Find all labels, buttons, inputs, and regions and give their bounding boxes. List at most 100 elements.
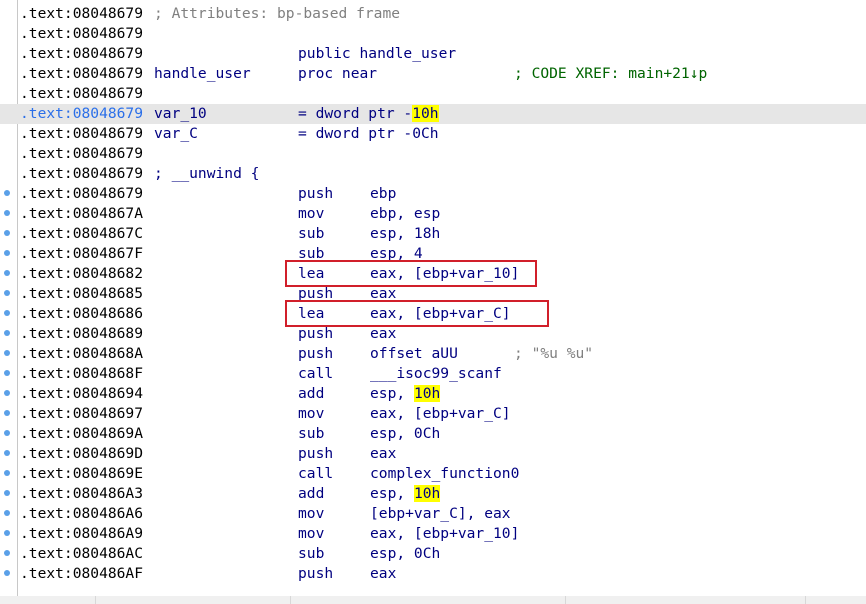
horizontal-scrollbar[interactable]: [0, 596, 866, 604]
listing-line[interactable]: .text:0804869E call complex_function0: [0, 464, 866, 484]
line-address[interactable]: .text:0804869A: [20, 424, 143, 444]
listing-line[interactable]: .text:080486AC sub esp, 0Ch: [0, 544, 866, 564]
listing-line[interactable]: .text:08048679 push ebp: [0, 184, 866, 204]
breakpoint-dot-icon[interactable]: [4, 570, 10, 576]
instruction-mnemonic[interactable]: push: [298, 184, 333, 204]
stack-var-label[interactable]: var_C: [154, 124, 198, 144]
listing-line[interactable]: .text:0804868A push offset aUU ; "%u %u": [0, 344, 866, 364]
breakpoint-dot-icon[interactable]: [4, 310, 10, 316]
listing-line[interactable]: .text:08048679 var_10 = dword ptr -10h: [0, 104, 866, 124]
line-address[interactable]: .text:0804868F: [20, 364, 143, 384]
instruction-mnemonic[interactable]: sub: [298, 224, 324, 244]
instruction-mnemonic[interactable]: sub: [298, 544, 324, 564]
line-address[interactable]: .text:08048679: [20, 104, 143, 124]
instruction-mnemonic[interactable]: add: [298, 484, 324, 504]
listing-line[interactable]: .text:0804868F call ___isoc99_scanf: [0, 364, 866, 384]
listing-line[interactable]: .text:0804867C sub esp, 18h: [0, 224, 866, 244]
listing-line[interactable]: .text:08048679 public handle_user: [0, 44, 866, 64]
listing-line[interactable]: .text:08048679: [0, 84, 866, 104]
line-address[interactable]: .text:08048685: [20, 284, 143, 304]
instruction-operands[interactable]: eax: [370, 444, 396, 464]
line-address[interactable]: .text:08048686: [20, 304, 143, 324]
breakpoint-dot-icon[interactable]: [4, 250, 10, 256]
line-address[interactable]: .text:08048679: [20, 84, 143, 104]
instruction-mnemonic[interactable]: mov: [298, 504, 324, 524]
instruction-operands[interactable]: ___isoc99_scanf: [370, 364, 502, 384]
breakpoint-dot-icon[interactable]: [4, 190, 10, 196]
instruction-mnemonic[interactable]: mov: [298, 404, 324, 424]
line-address[interactable]: .text:080486A3: [20, 484, 143, 504]
breakpoint-dot-icon[interactable]: [4, 290, 10, 296]
instruction-mnemonic[interactable]: call: [298, 364, 333, 384]
listing-line[interactable]: .text:08048679 var_C = dword ptr -0Ch: [0, 124, 866, 144]
instruction-mnemonic[interactable]: sub: [298, 424, 324, 444]
disassembly-view[interactable]: .text:08048679 ; Attributes: bp-based fra…: [0, 0, 866, 604]
instruction-mnemonic[interactable]: mov: [298, 204, 324, 224]
breakpoint-dot-icon[interactable]: [4, 410, 10, 416]
breakpoint-dot-icon[interactable]: [4, 430, 10, 436]
line-address[interactable]: .text:08048679: [20, 24, 143, 44]
code-xref-comment[interactable]: ; CODE XREF: main+21↓p: [514, 64, 707, 84]
line-address[interactable]: .text:08048679: [20, 164, 143, 184]
listing-line[interactable]: .text:08048689 push eax: [0, 324, 866, 344]
line-address[interactable]: .text:0804867A: [20, 204, 143, 224]
line-address[interactable]: .text:080486A6: [20, 504, 143, 524]
listing-line[interactable]: .text:080486AF push eax: [0, 564, 866, 584]
instruction-operands[interactable]: esp, 0Ch: [370, 424, 440, 444]
listing-line[interactable]: .text:080486A9 mov eax, [ebp+var_10]: [0, 524, 866, 544]
line-address[interactable]: .text:08048679: [20, 184, 143, 204]
breakpoint-dot-icon[interactable]: [4, 490, 10, 496]
instruction-operands[interactable]: esp, 18h: [370, 224, 440, 244]
instruction-operands[interactable]: eax: [370, 564, 396, 584]
instruction-mnemonic[interactable]: push: [298, 444, 333, 464]
line-address[interactable]: .text:0804867F: [20, 244, 143, 264]
breakpoint-dot-icon[interactable]: [4, 550, 10, 556]
breakpoint-dot-icon[interactable]: [4, 470, 10, 476]
breakpoint-dot-icon[interactable]: [4, 270, 10, 276]
line-address[interactable]: .text:08048679: [20, 44, 143, 64]
line-address[interactable]: .text:08048679: [20, 124, 143, 144]
breakpoint-dot-icon[interactable]: [4, 450, 10, 456]
breakpoint-dot-icon[interactable]: [4, 210, 10, 216]
listing-line[interactable]: .text:08048679: [0, 24, 866, 44]
instruction-operands[interactable]: eax: [370, 324, 396, 344]
instruction-mnemonic[interactable]: add: [298, 384, 324, 404]
line-address[interactable]: .text:08048694: [20, 384, 143, 404]
line-address[interactable]: .text:080486A9: [20, 524, 143, 544]
breakpoint-dot-icon[interactable]: [4, 330, 10, 336]
instruction-operands[interactable]: ebp, esp: [370, 204, 440, 224]
instruction-operands[interactable]: ebp: [370, 184, 396, 204]
listing-line[interactable]: .text:08048697 mov eax, [ebp+var_C]: [0, 404, 866, 424]
listing-line[interactable]: .text:08048694 add esp, 10h: [0, 384, 866, 404]
instruction-operands[interactable]: [ebp+var_C], eax: [370, 504, 511, 524]
listing-line[interactable]: .text:08048679: [0, 144, 866, 164]
breakpoint-dot-icon[interactable]: [4, 370, 10, 376]
instruction-operands[interactable]: esp, 0Ch: [370, 544, 440, 564]
breakpoint-dot-icon[interactable]: [4, 230, 10, 236]
listing-line[interactable]: .text:08048679 handle_user proc near ; CODE…: [0, 64, 866, 84]
listing-line[interactable]: .text:0804869A sub esp, 0Ch: [0, 424, 866, 444]
listing-line[interactable]: .text:0804867A mov ebp, esp: [0, 204, 866, 224]
line-address[interactable]: .text:0804869D: [20, 444, 143, 464]
instruction-mnemonic[interactable]: mov: [298, 524, 324, 544]
instruction-operands[interactable]: eax, [ebp+var_10]: [370, 524, 519, 544]
line-address[interactable]: .text:08048697: [20, 404, 143, 424]
line-address[interactable]: .text:08048689: [20, 324, 143, 344]
listing-line[interactable]: .text:080486A3 add esp, 10h: [0, 484, 866, 504]
function-label[interactable]: handle_user: [154, 64, 251, 84]
listing-line[interactable]: .text:08048679 ; Attributes: bp-based fra…: [0, 4, 866, 24]
line-address[interactable]: .text:080486AC: [20, 544, 143, 564]
breakpoint-dot-icon[interactable]: [4, 390, 10, 396]
instruction-mnemonic[interactable]: push: [298, 344, 333, 364]
line-address[interactable]: .text:0804867C: [20, 224, 143, 244]
line-address[interactable]: .text:080486AF: [20, 564, 143, 584]
stack-var-label[interactable]: var_10: [154, 104, 207, 124]
instruction-operands[interactable]: eax, [ebp+var_C]: [370, 404, 511, 424]
instruction-operands[interactable]: offset aUU: [370, 344, 458, 364]
instruction-operands[interactable]: complex_function0: [370, 464, 519, 484]
line-address[interactable]: .text:08048679: [20, 64, 143, 84]
line-address[interactable]: .text:0804868A: [20, 344, 143, 364]
line-address[interactable]: .text:08048682: [20, 264, 143, 284]
listing-line[interactable]: .text:080486A6 mov [ebp+var_C], eax: [0, 504, 866, 524]
breakpoint-dot-icon[interactable]: [4, 350, 10, 356]
